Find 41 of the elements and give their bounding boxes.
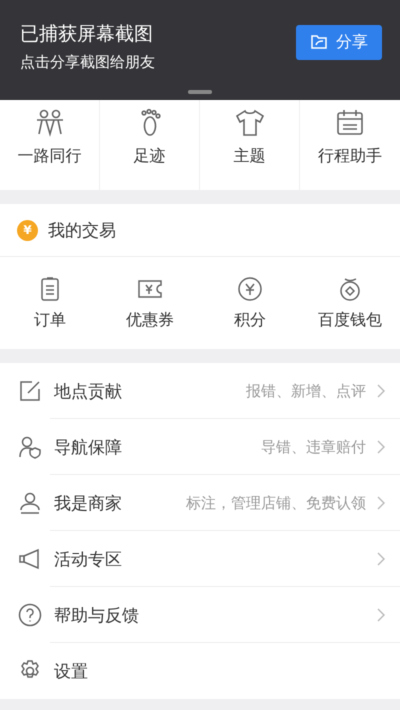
menu-label: 设置 [54,660,89,682]
menu-label: 帮助与反馈 [54,604,140,626]
menu-hint: 报错、新增、点评 [246,382,366,400]
menu-item[interactable]: 设置 [0,643,400,699]
wallet-icon [340,278,360,300]
menu-item[interactable]: 帮助与反馈 [0,587,400,643]
share-icon [310,34,328,50]
menu-item[interactable]: 导航保障 导错、违章赔付 [0,419,400,475]
coin-icon [238,276,262,300]
people-icon [36,110,64,137]
menu-label: 导航保障 [54,436,123,458]
menu-item[interactable]: 活动专区 [0,531,400,587]
trade-item[interactable]: 积分 [200,257,300,349]
calendar-icon [337,109,363,135]
menu-item[interactable]: 地点贡献 报错、新增、点评 [0,363,400,419]
shirt-icon [236,110,264,136]
menu-label: 活动专区 [54,548,123,570]
share-button[interactable]: 分享 [296,24,382,60]
megaphone-icon [19,548,39,570]
clipboard-icon [41,276,59,300]
menu-label: 我是商家 [54,492,123,514]
help-icon [18,604,42,626]
yen-icon: ¥ [17,220,38,240]
menu-hint: 标注，管理店铺、免费认领 [186,494,366,512]
toast-title: 已捕获屏幕截图 [20,22,154,46]
menu-hint: 导错、违章赔付 [261,438,366,456]
drag-handle[interactable] [188,90,212,94]
menu-label: 地点贡献 [54,380,123,402]
menu-item[interactable]: 我是商家 标注，管理店铺、免费认领 [0,475,400,531]
ticket-icon [138,280,162,298]
trade-item[interactable]: 订单 [0,257,100,349]
trade-item[interactable]: 百度钱包 [300,257,400,349]
shortcut-item[interactable]: 行程助手 [300,100,400,190]
toast-subtitle: 点击分享截图给朋友 [20,52,156,72]
trade-item[interactable]: 优惠券 [100,257,200,349]
footprint-icon [140,108,160,136]
edit-icon [20,381,40,401]
section-title: 我的交易 [48,220,116,242]
settings-icon [21,660,39,678]
person-shield-icon [19,436,41,459]
person-icon [20,492,40,514]
